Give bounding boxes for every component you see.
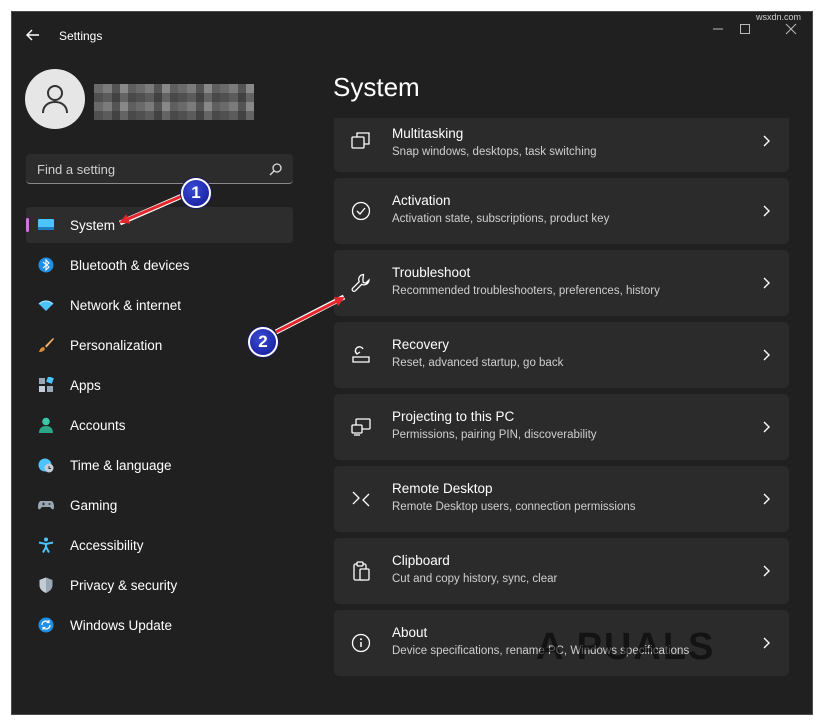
person-icon: [39, 417, 53, 433]
search-input[interactable]: Find a setting: [37, 162, 115, 177]
sidebar-item-label: Accounts: [70, 418, 126, 433]
redacted-user-name: [94, 84, 254, 120]
card-title: Multitasking: [392, 126, 464, 141]
chevron-right-icon: [763, 205, 770, 217]
sidebar-item-label: Apps: [70, 378, 101, 393]
card-recovery[interactable]: Recovery Reset, advanced startup, go bac…: [334, 322, 789, 388]
minimize-button[interactable]: [704, 18, 732, 40]
chevron-right-icon: [763, 565, 770, 577]
shield-icon: [39, 577, 53, 593]
wifi-icon: [38, 300, 54, 311]
settings-list: Multitasking Snap windows, desktops, tas…: [334, 118, 789, 682]
card-title: Troubleshoot: [392, 265, 471, 280]
search-icon[interactable]: [269, 162, 283, 176]
close-button[interactable]: [777, 18, 805, 40]
watermark-logo: A PUALS: [536, 626, 716, 668]
card-subtitle: Activation state, subscriptions, product…: [392, 213, 610, 225]
chevron-right-icon: [763, 349, 770, 361]
accessibility-icon: [38, 537, 54, 553]
avatar[interactable]: [25, 69, 85, 129]
chevron-right-icon: [763, 493, 770, 505]
info-icon: [351, 633, 371, 653]
monitor-icon: [38, 219, 54, 230]
apps-icon: [39, 377, 54, 392]
minimize-icon: [713, 28, 723, 30]
sidebar-item-label: System: [70, 218, 116, 233]
active-indicator: [26, 218, 29, 232]
app-title: Settings: [59, 29, 103, 43]
maximize-icon: [740, 24, 750, 34]
clipboard-icon: [353, 561, 370, 581]
globe-clock-icon: [38, 458, 54, 473]
check-circle-icon: [351, 201, 371, 221]
card-title: Clipboard: [392, 553, 450, 568]
sidebar-item-label: Bluetooth & devices: [70, 258, 190, 273]
sidebar-item-privacy-security[interactable]: Privacy & security: [26, 567, 293, 603]
sidebar-item-network[interactable]: Network & internet: [26, 287, 293, 323]
card-multitasking[interactable]: Multitasking Snap windows, desktops, tas…: [334, 118, 789, 172]
sidebar-item-label: Network & internet: [70, 298, 182, 313]
back-arrow-icon[interactable]: [24, 26, 42, 44]
chevron-right-icon: [763, 421, 770, 433]
card-title: Activation: [392, 193, 451, 208]
step-1-badge: 1: [181, 178, 211, 208]
card-subtitle: Reset, advanced startup, go back: [392, 357, 564, 369]
gamepad-icon: [38, 501, 54, 510]
card-title: Recovery: [392, 337, 450, 352]
projecting-icon: [351, 418, 371, 436]
card-subtitle: Cut and copy history, sync, clear: [392, 573, 558, 585]
sidebar-item-label: Windows Update: [70, 618, 173, 633]
multitasking-icon: [351, 132, 370, 149]
card-title: Projecting to this PC: [392, 409, 515, 424]
sidebar-item-label: Privacy & security: [70, 578, 178, 593]
sidebar-nav: System Bluetooth & devices Network & int…: [26, 207, 293, 647]
bluetooth-icon: [38, 257, 54, 273]
card-troubleshoot[interactable]: Troubleshoot Recommended troubleshooters…: [334, 250, 789, 316]
sidebar-item-label: Time & language: [70, 458, 172, 473]
sidebar-item-label: Personalization: [70, 338, 163, 353]
sidebar-item-bluetooth[interactable]: Bluetooth & devices: [26, 247, 293, 283]
search-box[interactable]: Find a setting: [26, 154, 293, 184]
maximize-button[interactable]: [731, 18, 759, 40]
card-subtitle: Remote Desktop users, connection permiss…: [392, 501, 636, 513]
sidebar-item-windows-update[interactable]: Windows Update: [26, 607, 293, 643]
step-2-badge: 2: [248, 327, 278, 357]
brush-icon: [39, 338, 54, 352]
card-subtitle: Snap windows, desktops, task switching: [392, 146, 597, 158]
card-subtitle: Permissions, pairing PIN, discoverabilit…: [392, 429, 597, 441]
settings-window: wsxdn.com Settings Find a setting System…: [11, 11, 813, 715]
card-clipboard[interactable]: Clipboard Cut and copy history, sync, cl…: [334, 538, 789, 604]
card-title: Remote Desktop: [392, 481, 493, 496]
update-icon: [38, 617, 54, 633]
card-subtitle: Recommended troubleshooters, preferences…: [392, 285, 660, 297]
card-activation[interactable]: Activation Activation state, subscriptio…: [334, 178, 789, 244]
chevron-right-icon: [763, 135, 770, 147]
chevron-right-icon: [763, 277, 770, 289]
sidebar-item-label: Gaming: [70, 498, 118, 513]
sidebar-item-apps[interactable]: Apps: [26, 367, 293, 403]
card-projecting[interactable]: Projecting to this PC Permissions, pairi…: [334, 394, 789, 460]
sidebar-item-label: Accessibility: [70, 538, 144, 553]
sidebar-item-accounts[interactable]: Accounts: [26, 407, 293, 443]
close-icon: [785, 23, 797, 35]
sidebar-item-gaming[interactable]: Gaming: [26, 487, 293, 523]
card-title: About: [392, 625, 428, 640]
card-remote-desktop[interactable]: Remote Desktop Remote Desktop users, con…: [334, 466, 789, 532]
sidebar-item-accessibility[interactable]: Accessibility: [26, 527, 293, 563]
user-avatar-icon: [42, 85, 68, 114]
sidebar-item-time-language[interactable]: Time & language: [26, 447, 293, 483]
chevron-right-icon: [763, 637, 770, 649]
page-title: System: [333, 72, 420, 102]
sidebar-item-system[interactable]: System: [26, 207, 293, 243]
title-bar: Settings: [12, 12, 812, 58]
recovery-icon: [352, 346, 370, 363]
remote-desktop-icon: [352, 491, 370, 507]
wrench-icon: [351, 273, 370, 292]
